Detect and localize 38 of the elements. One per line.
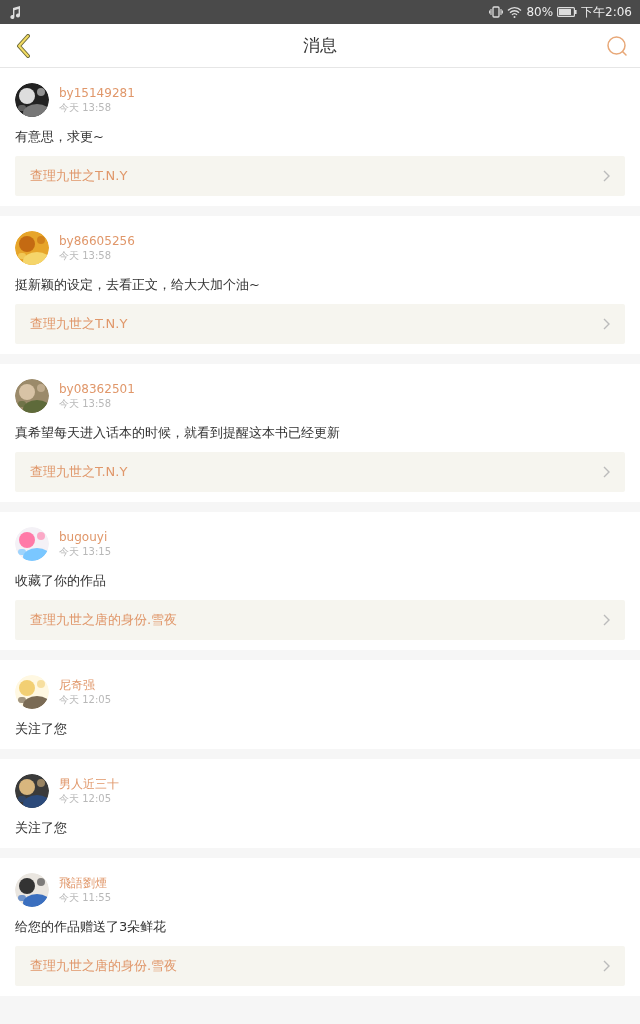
timestamp: 今天 13:58: [59, 396, 112, 411]
chevron-right-icon: [603, 960, 610, 972]
timestamp: 今天 11:55: [59, 890, 111, 905]
book-link[interactable]: 查理九世之T.N.Y: [15, 156, 625, 196]
battery-percent: 80%: [526, 5, 554, 19]
chevron-right-icon: [603, 318, 610, 330]
timestamp: 今天 12:05: [59, 692, 111, 707]
message-text: 有意思，求更~: [15, 128, 105, 146]
timestamp: 今天 13:58: [59, 100, 112, 115]
message-text: 真希望每天进入话本的时候，就看到提醒这本书已经更新: [15, 424, 341, 442]
timestamp: 今天 13:58: [59, 248, 112, 263]
book-link[interactable]: 查理九世之T.N.Y: [15, 304, 625, 344]
user-name[interactable]: by15149281: [59, 85, 135, 101]
message-text: 收藏了你的作品: [15, 572, 107, 590]
user-name[interactable]: 男人近三十: [59, 776, 119, 792]
message-text: 关注了您: [15, 720, 68, 738]
timestamp: 今天 13:15: [59, 544, 111, 559]
user-name[interactable]: 飛語劉煙: [59, 875, 111, 891]
user-name[interactable]: by86605256: [59, 233, 135, 249]
message-text: 给您的作品赠送了3朵鲜花: [15, 918, 168, 936]
book-link[interactable]: 查理九世之唐的身份.雪夜: [15, 600, 625, 640]
clock: 下午2:06: [581, 3, 632, 21]
message-text: 关注了您: [15, 819, 68, 837]
music-note-icon: [10, 5, 21, 19]
chevron-right-icon: [603, 614, 610, 626]
user-name[interactable]: by08362501: [59, 381, 135, 397]
book-link[interactable]: 查理九世之唐的身份.雪夜: [15, 946, 625, 986]
user-name[interactable]: bugouyi: [59, 529, 111, 545]
vibrate-icon: [489, 6, 504, 18]
chevron-right-icon: [603, 466, 610, 478]
chevron-right-icon: [603, 170, 610, 182]
user-name[interactable]: 尼奇强: [59, 677, 111, 693]
page-title: 消息: [302, 34, 338, 57]
timestamp: 今天 12:05: [59, 791, 112, 806]
book-link[interactable]: 查理九世之T.N.Y: [15, 452, 625, 492]
message-text: 挺新颖的设定，去看正文，给大大加个油~: [15, 276, 261, 294]
battery-icon: [557, 7, 578, 17]
wifi-icon: [507, 6, 523, 18]
